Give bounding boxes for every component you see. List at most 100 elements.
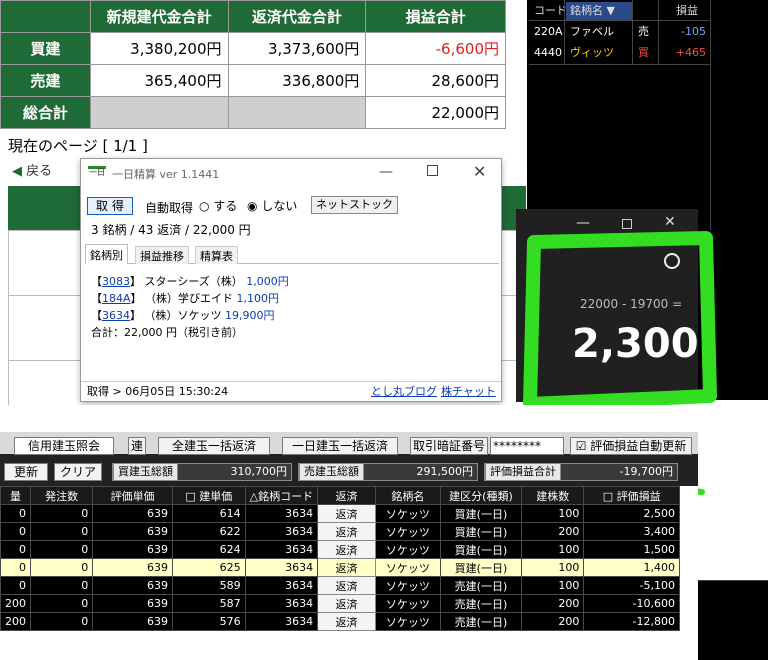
cell-entry: 614 bbox=[172, 504, 246, 523]
cell-entry: 587 bbox=[172, 594, 246, 613]
repay-button[interactable]: 返済 bbox=[317, 540, 376, 559]
back-label: 戻る bbox=[26, 164, 53, 179]
close-icon[interactable]: ✕ bbox=[473, 162, 486, 181]
cell-name: ソケッツ bbox=[374, 612, 441, 631]
cell-orders: 0 bbox=[29, 576, 94, 595]
cell-kind: 売建(一日) bbox=[439, 612, 523, 631]
cell-eval: 639 bbox=[92, 558, 174, 577]
header-repay-total: 返済代金合計 bbox=[227, 0, 367, 33]
cell-pl: -5,100 bbox=[583, 576, 680, 595]
col-entry-price[interactable]: □ 建単価 bbox=[172, 486, 246, 505]
tab-linked[interactable]: 連 bbox=[128, 437, 146, 455]
tab-settlement[interactable]: 精算表 bbox=[195, 246, 238, 264]
stock-code-link[interactable]: 3083 bbox=[102, 275, 130, 288]
table-row[interactable]: 200 0 639 576 3634 返済 ソケッツ 売建(一日) 200 -12,800 bbox=[0, 612, 680, 631]
summary-row-buy: 買建 3,380,200円 3,373,600円 -6,600円 bbox=[0, 32, 506, 65]
radio-filled-icon: ◉ bbox=[247, 199, 258, 213]
table-row[interactable]: 0 0 639 625 3634 返済 ソケッツ 買建(一日) 100 1,400 bbox=[0, 558, 680, 577]
position-row[interactable]: 220A ファベル 売 -105 bbox=[530, 22, 710, 42]
repay-button[interactable]: 返済 bbox=[317, 558, 376, 577]
table-row[interactable]: 0 0 639 624 3634 返済 ソケッツ 買建(一日) 100 1,500 bbox=[0, 540, 680, 559]
col-orders[interactable]: 発注数 bbox=[29, 486, 94, 505]
col-eval-price[interactable]: 評価単価 bbox=[92, 486, 174, 505]
fetch-button[interactable]: 取 得 bbox=[87, 197, 133, 215]
col-stock-name[interactable]: 銘柄名 bbox=[374, 486, 441, 505]
cell-orders: 0 bbox=[29, 558, 94, 577]
positions-table: 量 発注数 評価単価 □ 建単価 △銘柄コード 返済 銘柄名 建区分(種類) 建… bbox=[0, 486, 680, 631]
green-marker-annotation bbox=[523, 231, 717, 411]
repay-button[interactable]: 返済 bbox=[317, 594, 376, 613]
radio-off[interactable]: ◉ しない bbox=[247, 197, 297, 214]
cell-orders: 0 bbox=[29, 594, 94, 613]
cell-pl: 1,400 bbox=[583, 558, 680, 577]
row-label: 総合計 bbox=[0, 96, 91, 129]
filter-icon: ▼ bbox=[606, 4, 615, 17]
cell-pre: 200 bbox=[0, 612, 31, 631]
cell-kind: 買建(一日) bbox=[439, 558, 523, 577]
chat-link[interactable]: 株チャット bbox=[441, 382, 496, 401]
table-row[interactable]: 0 0 639 622 3634 返済 ソケッツ 買建(一日) 200 3,400 bbox=[0, 522, 680, 541]
bulk-repay-button[interactable]: 全建玉一括返済 bbox=[158, 437, 270, 455]
cell-eval: 639 bbox=[92, 504, 174, 523]
cell-qty: 100 bbox=[521, 558, 585, 577]
col-stock-code[interactable]: △銘柄コード bbox=[244, 486, 319, 505]
stock-code-link[interactable]: 3634 bbox=[102, 309, 130, 322]
cell-pl: 28,600円 bbox=[365, 64, 506, 97]
cell-new: 365,400円 bbox=[89, 64, 229, 97]
repay-button[interactable]: 返済 bbox=[317, 576, 376, 595]
cell-code: 3634 bbox=[244, 504, 319, 523]
auto-update-checkbox[interactable]: ☑ 評価損益自動更新 bbox=[570, 437, 692, 455]
col-qty[interactable]: 建株数 bbox=[521, 486, 585, 505]
pin-input[interactable]: ******** bbox=[490, 437, 564, 455]
minimize-icon[interactable]: — bbox=[379, 164, 393, 180]
cell-pl: -12,800 bbox=[583, 612, 680, 631]
stock-item: 【3634】 （株）ソケッツ 19,900円 bbox=[91, 309, 275, 322]
cell-entry: 624 bbox=[172, 540, 246, 559]
cell-new bbox=[89, 96, 229, 129]
table-row[interactable]: 200 0 639 587 3634 返済 ソケッツ 売建(一日) 200 -10,600 bbox=[0, 594, 680, 613]
window-title: 一日精算 ver 1.1441 bbox=[112, 168, 220, 181]
row-label: 買建 bbox=[0, 32, 91, 65]
cell-pre: 200 bbox=[0, 594, 31, 613]
col-pl: 損益 bbox=[676, 4, 698, 17]
tab-margin-positions[interactable]: 信用建玉照会 bbox=[14, 437, 114, 455]
stock-code-link[interactable]: 184A bbox=[102, 292, 131, 305]
position-row[interactable]: 4440 ヴィッツ 買 +465 bbox=[530, 43, 710, 63]
cell-entry: 576 bbox=[172, 612, 246, 631]
repay-button[interactable]: 返済 bbox=[317, 612, 376, 631]
cell-qty: 100 bbox=[521, 504, 585, 523]
blog-link[interactable]: とし丸ブログ bbox=[371, 382, 437, 401]
cell-pre: 0 bbox=[0, 522, 31, 541]
col-name[interactable]: 銘柄名 ▼ bbox=[566, 2, 632, 20]
col-type[interactable]: 建区分(種類) bbox=[439, 486, 523, 505]
tab-by-stock[interactable]: 銘柄別 bbox=[85, 244, 128, 264]
clear-button[interactable]: クリア bbox=[54, 463, 102, 481]
day-bulk-repay-button[interactable]: 一日建玉一括返済 bbox=[282, 437, 398, 455]
repay-button[interactable]: 返済 bbox=[317, 522, 376, 541]
refresh-button[interactable]: 更新 bbox=[4, 463, 48, 481]
radio-on[interactable]: ○ する bbox=[199, 197, 237, 214]
repay-button[interactable]: 返済 bbox=[317, 504, 376, 523]
cell-name: ソケッツ bbox=[374, 576, 441, 595]
cell-orders: 0 bbox=[29, 540, 94, 559]
cell-pre: 0 bbox=[0, 558, 31, 577]
back-link[interactable]: ◀ 戻る bbox=[12, 160, 52, 179]
cell-new: 3,380,200円 bbox=[89, 32, 229, 65]
cell-pl: 1,500 bbox=[583, 540, 680, 559]
sell-total: 売建玉総額 291,500円 bbox=[298, 463, 478, 481]
cell-repay: 336,800円 bbox=[227, 64, 367, 97]
header-new-total: 新規建代金合計 bbox=[89, 0, 229, 33]
netstock-button[interactable]: ネットストック bbox=[311, 196, 398, 214]
table-row[interactable]: 0 0 639 589 3634 返済 ソケッツ 売建(一日) 100 -5,100 bbox=[0, 576, 680, 595]
cell-qty: 200 bbox=[521, 612, 585, 631]
maximize-icon[interactable] bbox=[427, 165, 438, 176]
app-icon: 一日 bbox=[88, 166, 106, 182]
tab-pl-trend[interactable]: 損益推移 bbox=[135, 246, 189, 264]
cell-pl: 2,500 bbox=[583, 504, 680, 523]
status-text: 3 銘柄 / 43 返済 / 22,000 円 bbox=[91, 223, 251, 237]
cell-kind: 買建(一日) bbox=[439, 540, 523, 559]
table-row[interactable]: 0 0 639 614 3634 返済 ソケッツ 買建(一日) 100 2,500 bbox=[0, 504, 680, 523]
col-eval-pl[interactable]: □ 評価損益 bbox=[583, 486, 680, 505]
cell-code: 3634 bbox=[244, 522, 319, 541]
title-bar: 一日 一日精算 ver 1.1441 — ✕ bbox=[81, 159, 501, 189]
